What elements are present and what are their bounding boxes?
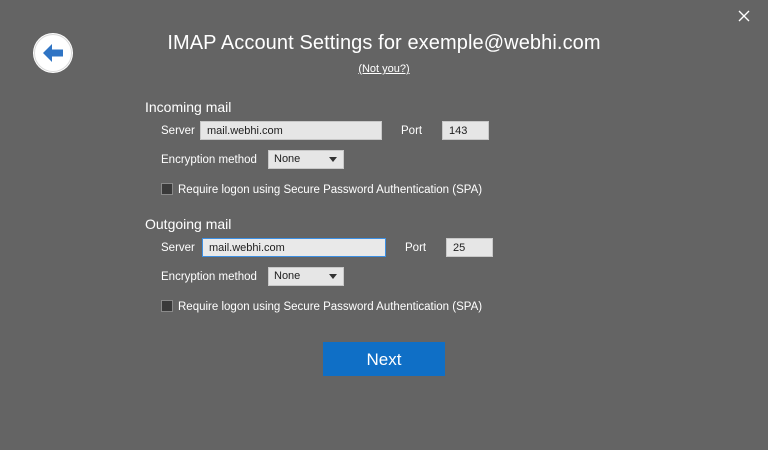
dialog-title: IMAP Account Settings for exemple@webhi.… — [167, 32, 601, 54]
outgoing-encryption-value: None — [274, 270, 301, 282]
account-settings-window: IMAP Account Settings for exemple@webhi.… — [0, 0, 768, 450]
incoming-server-label: Server — [161, 125, 195, 137]
incoming-spa-label: Require logon using Secure Password Auth… — [178, 184, 483, 196]
incoming-spa-checkbox[interactable] — [161, 183, 173, 195]
incoming-encryption-select[interactable]: None — [268, 150, 344, 169]
incoming-port-input[interactable] — [442, 121, 489, 140]
outgoing-server-input[interactable] — [202, 238, 386, 257]
incoming-port-label: Port — [401, 125, 423, 137]
incoming-mail-heading: Incoming mail — [145, 99, 232, 115]
outgoing-server-label: Server — [161, 242, 195, 254]
outgoing-spa-label: Require logon using Secure Password Auth… — [178, 301, 483, 313]
outgoing-encryption-label: Encryption method — [161, 271, 257, 283]
chevron-down-icon — [329, 157, 337, 162]
incoming-encryption-label: Encryption method — [161, 154, 257, 166]
incoming-encryption-value: None — [274, 153, 301, 165]
outgoing-port-label: Port — [405, 242, 427, 254]
close-icon — [738, 10, 750, 22]
not-you-link[interactable]: (Not you?) — [358, 63, 409, 75]
outgoing-spa-checkbox[interactable] — [161, 300, 173, 312]
chevron-down-icon — [329, 274, 337, 279]
not-you-link-row: (Not you?) — [0, 63, 768, 75]
outgoing-mail-heading: Outgoing mail — [145, 216, 232, 232]
close-button[interactable] — [734, 6, 754, 26]
incoming-server-input[interactable] — [200, 121, 382, 140]
next-button[interactable]: Next — [323, 342, 445, 376]
outgoing-encryption-select[interactable]: None — [268, 267, 344, 286]
outgoing-port-input[interactable] — [446, 238, 493, 257]
